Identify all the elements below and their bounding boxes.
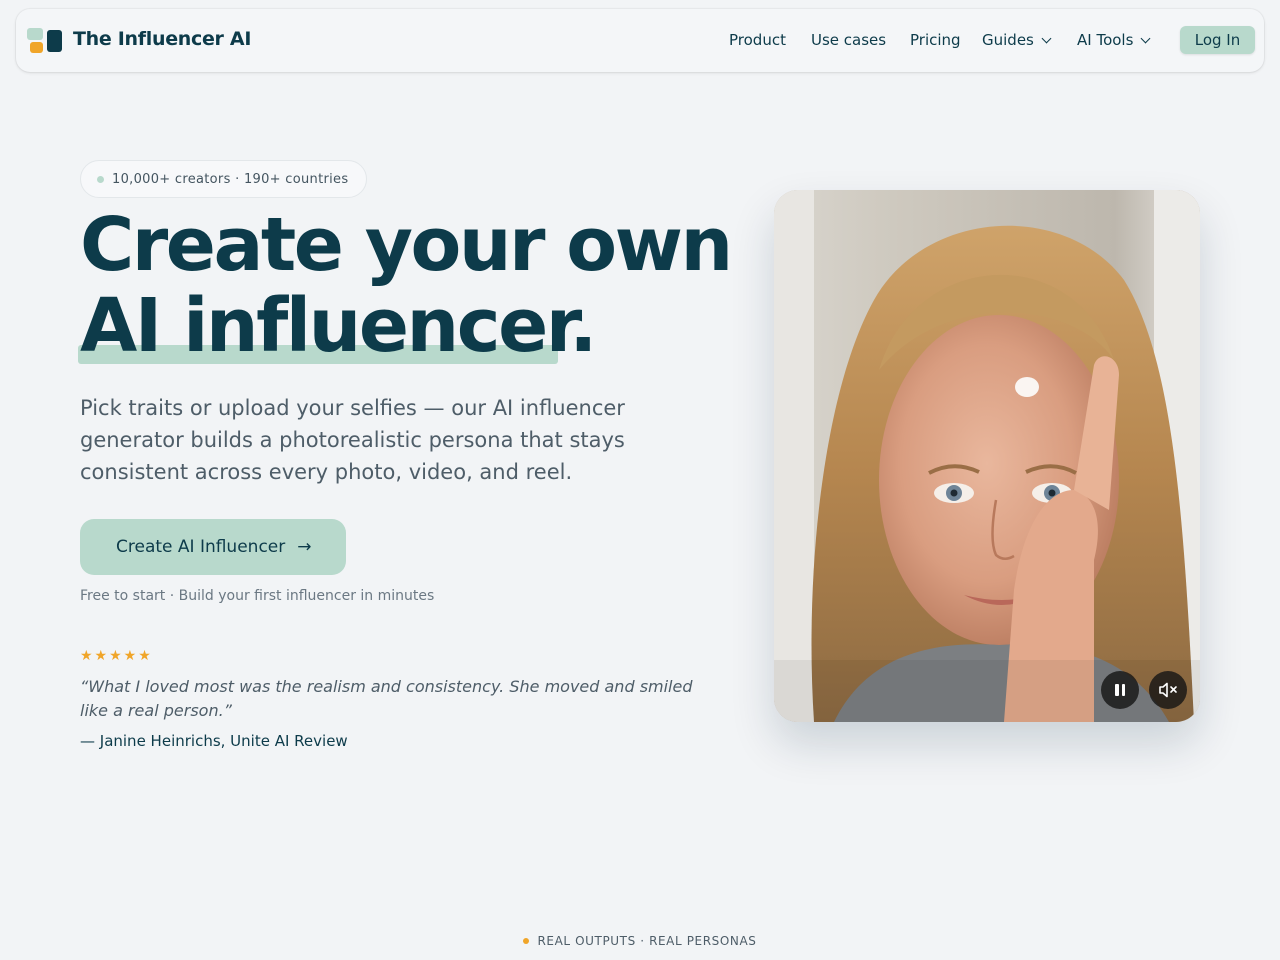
cta-label: Create AI Influencer bbox=[116, 537, 286, 557]
hero-subtitle: Pick traits or upload your selfies — our… bbox=[80, 396, 625, 484]
dot-icon bbox=[97, 175, 104, 183]
nav-dropdown-guides[interactable]: Guides bbox=[982, 31, 1052, 49]
chevron-down-icon bbox=[1041, 33, 1052, 44]
nav-dropdown-ai-tools[interactable]: AI Tools bbox=[1077, 31, 1151, 49]
video-pause-button[interactable] bbox=[1101, 671, 1139, 709]
hero-video-player[interactable] bbox=[774, 190, 1200, 722]
chevron-down-icon bbox=[1140, 33, 1151, 44]
create-ai-influencer-button[interactable]: Create AI Influencer → bbox=[80, 519, 346, 575]
section-eyebrow: REAL OUTPUTS · REAL PERSONAS bbox=[0, 934, 1280, 948]
hero-title-line-1: Create your own bbox=[80, 202, 733, 288]
mute-icon bbox=[1159, 682, 1177, 698]
brand-logo-icon[interactable] bbox=[27, 28, 63, 53]
testimonial-author: — Janine Heinrichs, Unite AI Review bbox=[80, 732, 348, 750]
rating-stars-icon: ★★★★★ bbox=[80, 648, 153, 664]
eyebrow-text: REAL OUTPUTS · REAL PERSONAS bbox=[537, 934, 757, 948]
cta-note: Free to start · Build your first influen… bbox=[80, 588, 435, 604]
nav-link-product[interactable]: Product bbox=[729, 31, 786, 49]
video-mute-button[interactable] bbox=[1149, 671, 1187, 709]
nav-guides-label: Guides bbox=[982, 31, 1034, 49]
hero-title-line-2: AI influencer. bbox=[80, 283, 597, 369]
nav-link-use-cases[interactable]: Use cases bbox=[811, 31, 886, 49]
video-frame-image bbox=[774, 190, 1200, 722]
login-button[interactable]: Log In bbox=[1180, 26, 1255, 54]
arrow-right-icon: → bbox=[297, 537, 312, 557]
nav-ai-tools-label: AI Tools bbox=[1077, 31, 1134, 49]
brand-name[interactable]: The Influencer AI bbox=[73, 28, 251, 50]
nav-link-pricing[interactable]: Pricing bbox=[910, 31, 961, 49]
social-proof-badge: 10,000+ creators · 190+ countries bbox=[80, 160, 367, 198]
testimonial-quote: “What I loved most was the realism and c… bbox=[80, 677, 693, 720]
top-navbar: The Influencer AI Product Use cases Pric… bbox=[16, 9, 1264, 72]
dot-icon bbox=[523, 938, 530, 944]
badge-text: 10,000+ creators · 190+ countries bbox=[112, 171, 349, 187]
